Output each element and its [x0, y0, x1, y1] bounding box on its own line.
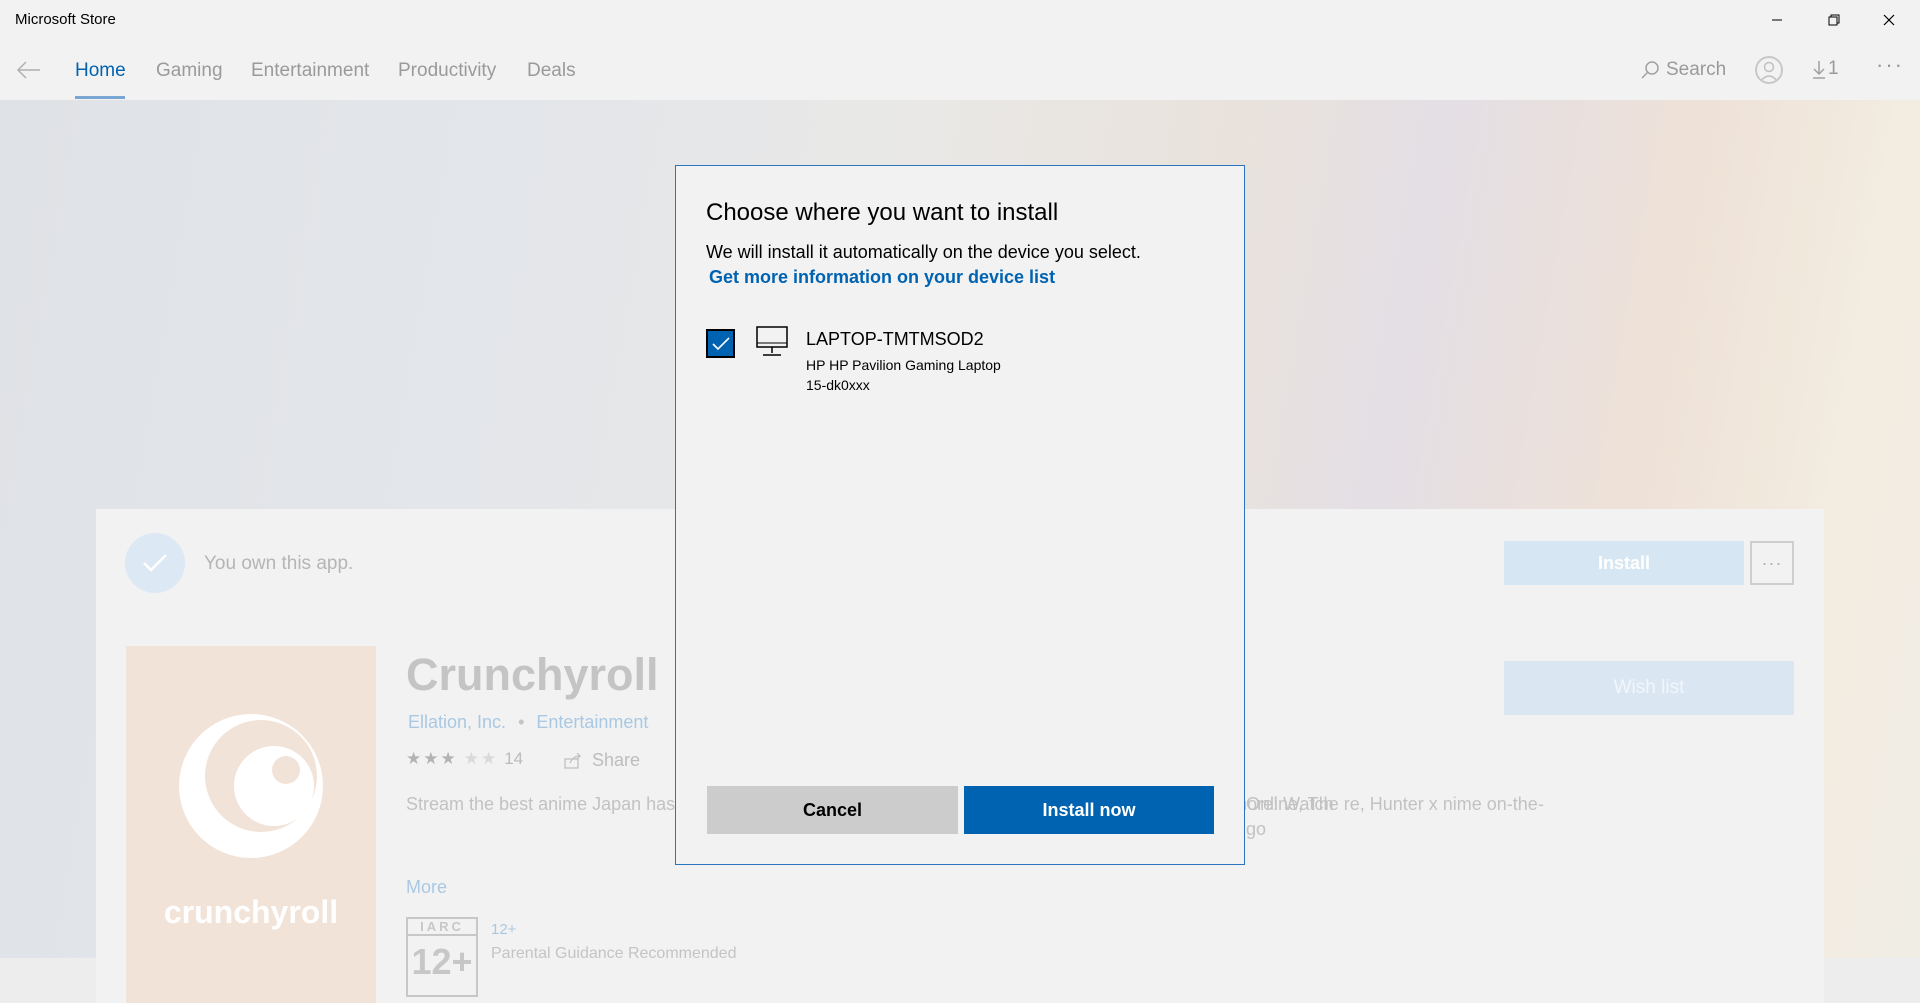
more-options-button[interactable]: ···	[1750, 541, 1794, 585]
cancel-button[interactable]: Cancel	[707, 786, 958, 834]
share-button[interactable]: Share	[564, 750, 640, 771]
device-model: HP HP Pavilion Gaming Laptop 15-dk0xxx	[806, 357, 1001, 393]
iarc-rating-badge: IARC 12+	[406, 917, 478, 997]
search-button[interactable]: Search	[1640, 58, 1726, 82]
close-icon	[1883, 14, 1895, 26]
checkmark-icon	[143, 554, 167, 572]
desktop-computer-icon	[755, 325, 789, 359]
nav-bar: Home Gaming Entertainment Productivity D…	[0, 40, 1920, 100]
publisher-link[interactable]: Ellation, Inc.	[408, 712, 506, 733]
category-link[interactable]: Entertainment	[536, 712, 648, 733]
stars-empty: ★★	[463, 749, 499, 768]
meta-separator: •	[518, 712, 525, 732]
user-icon	[1759, 61, 1779, 82]
tab-home[interactable]: Home	[75, 60, 126, 82]
downloads-button[interactable]: 1	[1812, 58, 1839, 80]
downloads-count: 1	[1828, 58, 1839, 79]
device-name: LAPTOP-TMTMSOD2	[806, 329, 984, 349]
more-menu-button[interactable]: ···	[1876, 52, 1904, 78]
description-more-link[interactable]: More	[406, 877, 447, 898]
product-title: Crunchyroll	[406, 649, 659, 700]
install-button[interactable]: Install	[1504, 541, 1744, 585]
install-now-button[interactable]: Install now	[964, 786, 1214, 834]
checkmark-icon	[711, 336, 730, 350]
wish-list-button[interactable]: Wish list	[1504, 661, 1794, 715]
age-rating-description: Parental Guidance Recommended	[491, 945, 737, 962]
minimize-button[interactable]	[1754, 0, 1800, 40]
product-meta: Ellation, Inc. • Entertainment	[408, 712, 648, 733]
stars-filled: ★★★	[406, 749, 458, 768]
download-icon	[1813, 61, 1825, 79]
iarc-label: IARC	[408, 919, 476, 936]
app-title: Microsoft Store	[15, 11, 116, 28]
close-button[interactable]	[1866, 0, 1912, 40]
tab-productivity[interactable]: Productivity	[398, 60, 496, 82]
tab-entertainment[interactable]: Entertainment	[251, 60, 369, 82]
search-label: Search	[1666, 59, 1727, 80]
share-icon	[564, 752, 581, 769]
crunchyroll-logo-icon	[179, 714, 323, 858]
product-description-right: Online, The re, Hunter x nime on-the-go	[1246, 794, 1544, 839]
tab-deals[interactable]: Deals	[527, 60, 576, 82]
age-rating-link[interactable]: 12+	[491, 921, 516, 938]
account-avatar[interactable]	[1755, 56, 1783, 84]
dialog-subtitle: We will install it automatically on the …	[706, 242, 1141, 262]
device-info-link[interactable]: Get more information on your device list	[709, 267, 1055, 288]
active-tab-indicator	[75, 96, 125, 99]
app-logo-tile: crunchyroll	[126, 646, 376, 1003]
restore-icon	[1828, 14, 1840, 26]
tab-gaming[interactable]: Gaming	[156, 60, 223, 82]
logo-wordmark: crunchyroll	[163, 894, 339, 930]
iarc-age: 12+	[411, 941, 473, 982]
device-checkbox[interactable]	[706, 329, 735, 358]
star-rating[interactable]: ★★★ ★★ 14	[406, 749, 523, 769]
owned-text: You own this app.	[204, 553, 354, 574]
share-label: Share	[592, 750, 641, 770]
rating-count: 14	[504, 749, 524, 768]
search-icon	[1641, 61, 1659, 79]
dialog-title: Choose where you want to install	[706, 199, 1059, 226]
minimize-icon	[1772, 19, 1782, 21]
back-arrow-icon	[16, 61, 40, 79]
install-location-dialog: Choose where you want to install We will…	[675, 165, 1245, 865]
back-button[interactable]	[14, 58, 44, 82]
restore-button[interactable]	[1811, 0, 1857, 40]
title-bar: Microsoft Store	[0, 0, 1920, 40]
owned-check-badge	[125, 533, 185, 593]
